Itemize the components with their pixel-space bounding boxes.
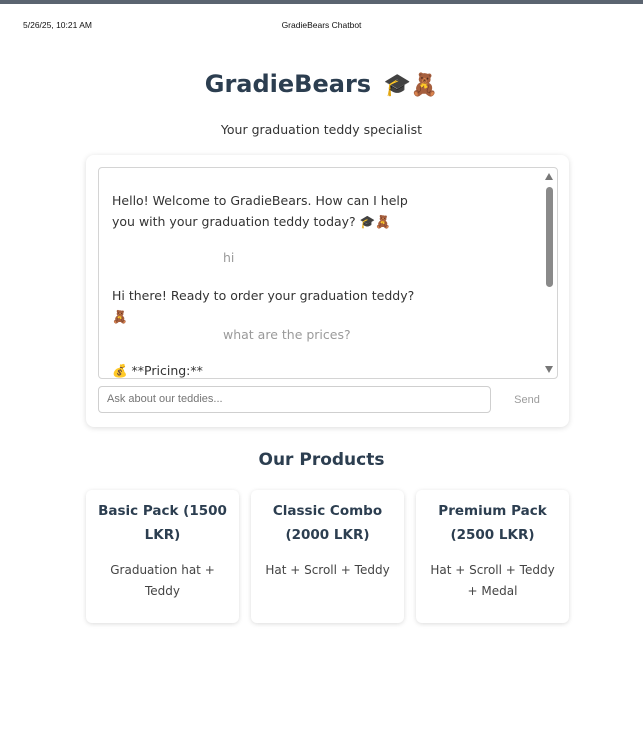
product-name: Classic Combo (2000 LKR)	[272, 503, 383, 543]
product-description: Graduation hat + Teddy	[110, 563, 215, 598]
bot-message: 💰 **Pricing:**	[112, 363, 203, 378]
chat-input[interactable]	[98, 386, 491, 413]
user-message: hi	[223, 250, 235, 265]
product-description: Hat + Scroll + Teddy	[265, 563, 390, 577]
bot-message: Hello! Welcome to GradieBears. How can I…	[112, 193, 408, 229]
chat-scrollbar[interactable]	[544, 170, 555, 376]
product-name: Basic Pack (1500 LKR)	[98, 503, 227, 543]
scrollbar-thumb[interactable]	[546, 187, 553, 287]
user-message: what are the prices?	[223, 327, 351, 342]
print-title: GradieBears Chatbot	[281, 20, 362, 30]
products-heading: Our Products	[258, 450, 385, 470]
message-list: Hello! Welcome to GradieBears. How can I…	[99, 168, 543, 378]
tagline: Your graduation teddy specialist	[220, 122, 423, 137]
product-card-classic: Classic Combo (2000 LKR) Hat + Scroll + …	[251, 490, 404, 623]
bot-message: Hi there! Ready to order your graduation…	[112, 288, 415, 324]
send-button[interactable]: Send	[498, 386, 556, 413]
product-description: Hat + Scroll + Teddy + Medal	[430, 563, 555, 598]
page-title: GradieBears 🎓🧸	[0, 70, 643, 98]
print-header: 5/26/25, 10:21 AM GradieBears Chatbot	[0, 20, 643, 32]
brand-emoji-icon: 🎓🧸	[383, 73, 439, 98]
product-card-premium: Premium Pack (2500 LKR) Hat + Scroll + T…	[416, 490, 569, 623]
product-card-basic: Basic Pack (1500 LKR) Graduation hat + T…	[86, 490, 239, 623]
scroll-down-arrow-icon[interactable]	[545, 366, 553, 373]
chat-messages-box[interactable]: Hello! Welcome to GradieBears. How can I…	[98, 167, 558, 379]
scroll-up-arrow-icon[interactable]	[545, 173, 553, 180]
top-rule	[0, 0, 643, 4]
brand-name: GradieBears	[204, 70, 372, 98]
chat-card: Hello! Welcome to GradieBears. How can I…	[86, 155, 569, 427]
product-name: Premium Pack (2500 LKR)	[438, 503, 547, 543]
